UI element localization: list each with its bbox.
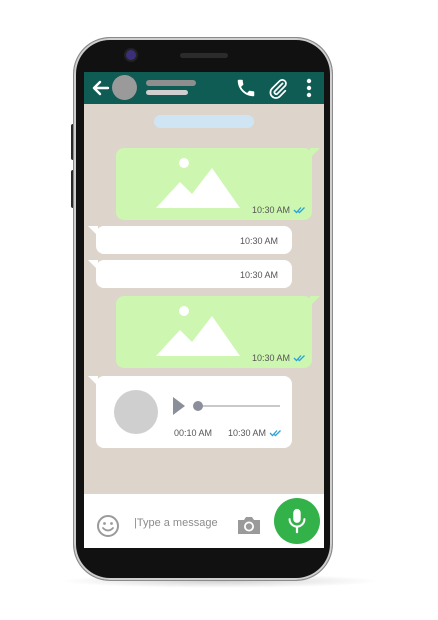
- chat-screen: 10:30 AM 10:30 AM 10:30 AM 10:30 AM 00:1…: [84, 72, 324, 548]
- voice-progress-track[interactable]: [194, 405, 280, 407]
- message-time: 10:30 AM: [251, 353, 290, 363]
- contact-status-placeholder: [146, 90, 188, 95]
- earpiece-speaker: [180, 53, 228, 58]
- more-vertical-icon[interactable]: [304, 77, 314, 99]
- arrow-left-icon[interactable]: [92, 80, 110, 96]
- chat-header: [84, 72, 324, 104]
- image-icon: [156, 158, 240, 208]
- incoming-voice-message[interactable]: 00:10 AM 10:30 AM: [88, 376, 292, 448]
- double-check-icon: [269, 430, 281, 437]
- message-input[interactable]: |Type a message: [134, 517, 218, 529]
- message-time: 10:30 AM: [239, 236, 278, 246]
- mic-icon: [288, 508, 306, 534]
- emoji-icon[interactable]: [96, 514, 120, 538]
- play-icon[interactable]: [172, 396, 186, 416]
- outgoing-image-message[interactable]: 10:30 AM: [116, 148, 320, 220]
- double-check-icon: [293, 355, 305, 362]
- voice-duration: 00:10 AM: [174, 428, 213, 438]
- incoming-text-message[interactable]: 10:30 AM: [88, 226, 292, 254]
- mic-button[interactable]: [274, 498, 320, 544]
- image-icon: [156, 306, 240, 356]
- message-time: 10:30 AM: [239, 270, 278, 280]
- front-camera: [126, 50, 136, 60]
- message-time: 10:30 AM: [251, 205, 290, 215]
- contact-avatar[interactable]: [112, 75, 137, 100]
- phone-icon[interactable]: [235, 77, 257, 99]
- outgoing-image-message[interactable]: 10:30 AM: [116, 296, 320, 368]
- voice-progress-knob[interactable]: [193, 401, 203, 411]
- double-check-icon: [293, 207, 305, 214]
- message-time: 10:30 AM: [227, 428, 266, 438]
- contact-name-placeholder[interactable]: [146, 80, 196, 86]
- camera-icon[interactable]: [236, 514, 262, 536]
- paperclip-icon[interactable]: [267, 77, 289, 99]
- incoming-text-message[interactable]: 10:30 AM: [88, 260, 292, 288]
- date-chip-placeholder: [154, 115, 254, 128]
- voice-sender-avatar: [114, 390, 158, 434]
